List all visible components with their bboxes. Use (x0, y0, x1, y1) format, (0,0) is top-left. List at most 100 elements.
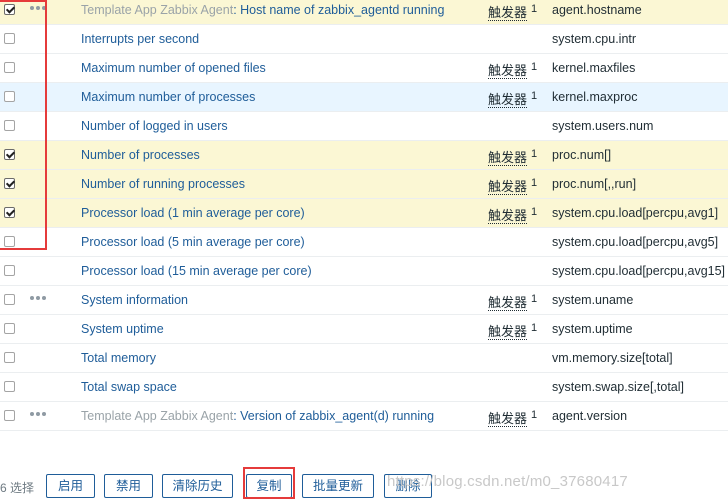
trigger-count: 1 (531, 147, 538, 160)
item-name-link[interactable]: Processor load (1 min average per core) (81, 206, 305, 220)
trigger-count: 1 (531, 292, 538, 305)
item-name: Template App Zabbix Agent: Version of za… (81, 409, 434, 423)
item-name: Number of processes (81, 148, 200, 162)
table-row: System uptime 触发器 1 system.uptime (0, 315, 728, 344)
triggers-cell: 触发器 1 (488, 147, 537, 166)
triggers-link[interactable]: 触发器 (488, 150, 528, 166)
item-name-link[interactable]: Maximum number of processes (81, 90, 255, 104)
item-name-link[interactable]: System information (81, 293, 188, 307)
checkbox-icon[interactable] (4, 323, 15, 334)
item-key: system.cpu.intr (552, 32, 637, 46)
clear-history-button[interactable]: 清除历史 (162, 474, 233, 498)
item-name: Maximum number of processes (81, 90, 255, 104)
item-key: kernel.maxfiles (552, 61, 636, 75)
trigger-count: 1 (531, 321, 538, 334)
ellipsis-icon[interactable] (30, 296, 48, 302)
item-name-link[interactable]: Total swap space (81, 380, 177, 394)
item-key: system.users.num (552, 119, 654, 133)
trigger-count: 1 (531, 408, 538, 421)
table-row: Template App Zabbix Agent: Host name of … (0, 0, 728, 25)
trigger-count: 1 (531, 60, 538, 73)
watermark: https://blog.csdn.net/m0_37680417 (387, 473, 628, 490)
triggers-link[interactable]: 触发器 (488, 208, 528, 224)
trigger-count: 1 (531, 2, 538, 15)
template-link[interactable]: Template App Zabbix Agent (81, 3, 233, 17)
item-key: system.swap.size[,total] (552, 380, 684, 394)
item-key: agent.version (552, 409, 628, 423)
template-link[interactable]: Template App Zabbix Agent (81, 409, 233, 423)
item-name-link[interactable]: Interrupts per second (81, 32, 199, 46)
item-name: Total memory (81, 351, 156, 365)
item-key: system.uptime (552, 322, 633, 336)
table-row: Processor load (15 min average per core)… (0, 257, 728, 286)
trigger-count: 1 (531, 89, 538, 102)
item-key: vm.memory.size[total] (552, 351, 673, 365)
item-name-link[interactable]: Host name of zabbix_agentd running (240, 3, 444, 17)
enable-button[interactable]: 启用 (46, 474, 95, 498)
table-row: Template App Zabbix Agent: Version of za… (0, 402, 728, 431)
checkbox-icon[interactable] (4, 381, 15, 392)
item-name: Processor load (5 min average per core) (81, 235, 305, 249)
table-row: Maximum number of opened files 触发器 1 kernel… (0, 54, 728, 83)
item-name: Template App Zabbix Agent: Host name of … (81, 3, 444, 17)
item-key: proc.num[] (552, 148, 612, 162)
triggers-link[interactable]: 触发器 (488, 324, 528, 340)
item-name: Number of running processes (81, 177, 245, 191)
triggers-cell: 触发器 1 (488, 176, 537, 195)
table-row: Number of logged in users system.users.nu… (0, 112, 728, 141)
selected-count: 6 选择 (0, 481, 35, 495)
trigger-count: 1 (531, 205, 538, 218)
item-name-link[interactable]: Number of logged in users (81, 119, 228, 133)
table-row: Processor load (5 min average per core) s… (0, 228, 728, 257)
triggers-cell: 触发器 1 (488, 89, 537, 108)
item-name-link[interactable]: Processor load (15 min average per core) (81, 264, 312, 278)
checkbox-icon[interactable] (4, 265, 15, 276)
triggers-link[interactable]: 触发器 (488, 92, 528, 108)
mass-update-button[interactable]: 批量更新 (302, 474, 374, 498)
checkbox-icon[interactable] (4, 352, 15, 363)
item-name-link[interactable]: Version of zabbix_agent(d) running (240, 409, 434, 423)
item-name: Processor load (15 min average per core) (81, 264, 312, 278)
item-name-link[interactable]: Maximum number of opened files (81, 61, 266, 75)
item-name-link[interactable]: Processor load (5 min average per core) (81, 235, 305, 249)
checkbox-icon[interactable] (4, 294, 15, 305)
item-name-link[interactable]: Number of running processes (81, 177, 245, 191)
item-name: System information (81, 293, 188, 307)
item-name: Maximum number of opened files (81, 61, 266, 75)
triggers-cell: 触发器 1 (488, 321, 537, 340)
table-row: Total memory vm.memory.size[total] (0, 344, 728, 373)
item-name-link[interactable]: Total memory (81, 351, 156, 365)
table-row: Number of running processes 触发器 1 proc.num[… (0, 170, 728, 199)
item-name: Interrupts per second (81, 32, 199, 46)
triggers-link[interactable]: 触发器 (488, 63, 528, 79)
table-row: System information 触发器 1 system.uname (0, 286, 728, 315)
triggers-cell: 触发器 1 (488, 2, 537, 21)
triggers-cell: 触发器 1 (488, 408, 537, 427)
disable-button[interactable]: 禁用 (104, 474, 153, 498)
table-row: Processor load (1 min average per core) 触… (0, 199, 728, 228)
item-name: Total swap space (81, 380, 177, 394)
table-row: Number of processes 触发器 1 proc.num[] (0, 141, 728, 170)
table-row: Interrupts per second system.cpu.intr (0, 25, 728, 54)
triggers-cell: 触发器 1 (488, 60, 537, 79)
item-name-link[interactable]: System uptime (81, 322, 164, 336)
item-name-link[interactable]: Number of processes (81, 148, 200, 162)
item-key: system.cpu.load[percpu,avg15] (552, 264, 726, 278)
item-key: system.cpu.load[percpu,avg1] (552, 206, 719, 220)
triggers-link[interactable]: 触发器 (488, 295, 528, 311)
triggers-link[interactable]: 触发器 (488, 411, 528, 427)
item-key: system.cpu.load[percpu,avg5] (552, 235, 719, 249)
ellipsis-icon[interactable] (30, 412, 48, 418)
triggers-link[interactable]: 触发器 (488, 5, 528, 21)
item-key: kernel.maxproc (552, 90, 638, 104)
trigger-count: 1 (531, 176, 538, 189)
triggers-link[interactable]: 触发器 (488, 179, 528, 195)
item-key: proc.num[,,run] (552, 177, 637, 191)
annotation-copy-highlight (243, 467, 295, 499)
triggers-cell: 触发器 1 (488, 292, 537, 311)
table-row: Total swap space system.swap.size[,total] (0, 373, 728, 402)
triggers-cell: 触发器 1 (488, 205, 537, 224)
checkbox-icon[interactable] (4, 410, 15, 421)
item-key: agent.hostname (552, 3, 642, 17)
item-name: Processor load (1 min average per core) (81, 206, 305, 220)
